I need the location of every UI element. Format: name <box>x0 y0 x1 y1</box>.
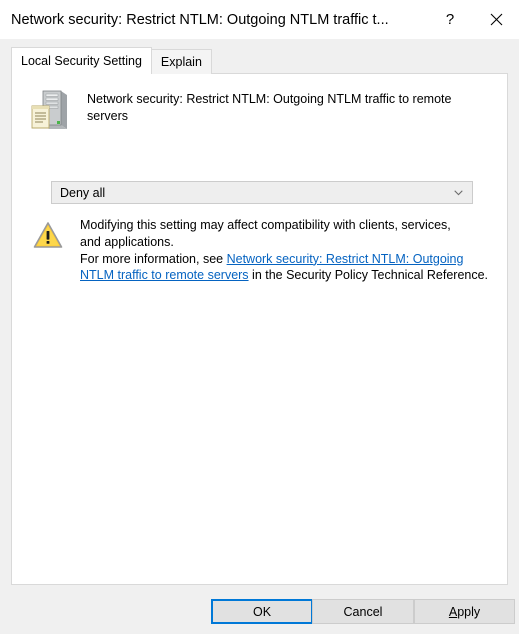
tab-local-security-setting[interactable]: Local Security Setting <box>11 47 152 74</box>
ok-button-label: OK <box>252 604 272 619</box>
help-button[interactable]: ? <box>427 0 473 39</box>
tab-explain-label: Explain <box>160 55 202 69</box>
apply-label-rest: pply <box>457 604 481 619</box>
setting-value-combobox-field[interactable]: Deny all <box>51 181 473 204</box>
tab-strip: Local Security Setting Explain <box>11 47 508 74</box>
dialog-footer: OK Cancel Apply <box>0 585 519 634</box>
warning-line-1: Modifying this setting may affect compat… <box>80 218 451 232</box>
warning-text: Modifying this setting may affect compat… <box>80 217 490 284</box>
tab-content-panel: Network security: Restrict NTLM: Outgoin… <box>11 73 508 585</box>
close-button[interactable] <box>473 0 519 39</box>
window-title: Network security: Restrict NTLM: Outgoin… <box>11 12 389 28</box>
tab-explain[interactable]: Explain <box>150 49 212 74</box>
warning-triangle-icon <box>33 221 65 250</box>
chevron-down-icon[interactable] <box>453 188 463 198</box>
warning-link-prefix: For more information, see <box>80 251 227 266</box>
apply-mnemonic-letter: A <box>448 604 458 619</box>
question-mark-icon: ? <box>445 11 455 28</box>
policy-computer-document-icon <box>29 89 71 133</box>
close-x-icon <box>490 13 503 26</box>
cancel-button-label: Cancel <box>343 604 383 619</box>
warning-block: Modifying this setting may affect compat… <box>22 217 492 284</box>
ok-button[interactable]: OK <box>211 599 313 624</box>
apply-button-label: Apply <box>449 605 480 619</box>
tab-local-security-setting-label: Local Security Setting <box>21 54 142 68</box>
warning-line-2: and applications. <box>80 234 174 249</box>
policy-header: Network security: Restrict NTLM: Outgoin… <box>12 74 507 133</box>
policy-title: Network security: Restrict NTLM: Outgoin… <box>87 92 452 123</box>
warning-link-suffix: in the Security Policy Technical Referen… <box>248 268 489 283</box>
titlebar-button-group: ? <box>427 0 519 39</box>
apply-button[interactable]: Apply <box>414 599 515 624</box>
setting-value-combobox[interactable]: Deny all <box>51 181 473 204</box>
setting-value-text: Deny all <box>60 185 106 200</box>
title-bar: Network security: Restrict NTLM: Outgoin… <box>0 0 519 39</box>
cancel-button[interactable]: Cancel <box>312 599 414 624</box>
